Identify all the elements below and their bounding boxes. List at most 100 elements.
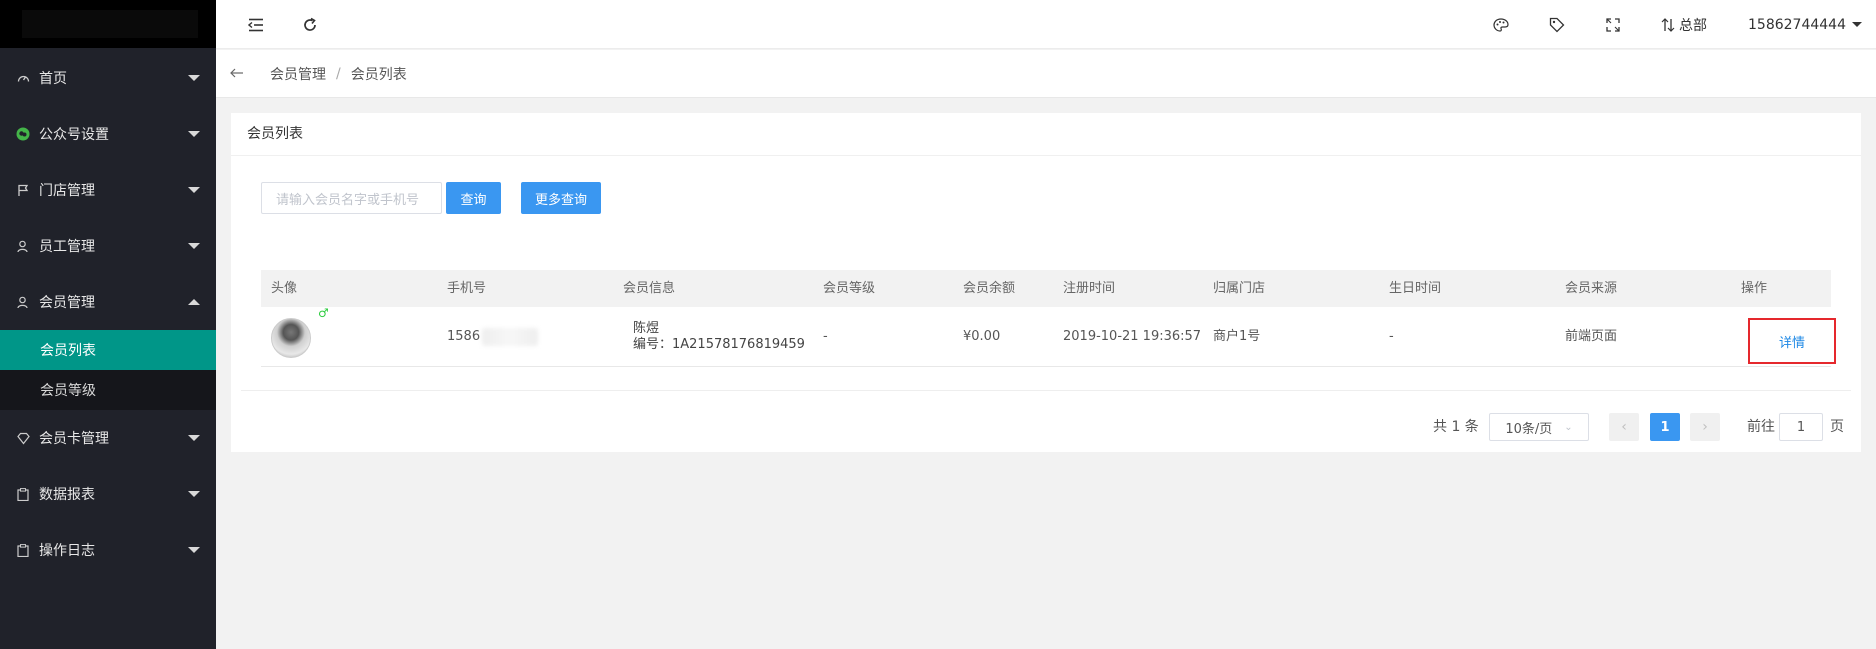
fullscreen-icon bbox=[1606, 17, 1620, 32]
sidebar-item-label: 数据报表 bbox=[39, 487, 95, 503]
sidebar-item-label: 员工管理 bbox=[39, 239, 95, 255]
sidebar-subitem-member-list[interactable]: 会员列表 bbox=[0, 330, 216, 370]
column-header: 手机号 bbox=[447, 281, 487, 296]
sidebar-item-staff[interactable]: 员工管理 bbox=[0, 218, 216, 274]
chevron-down-icon bbox=[188, 75, 200, 81]
column-header: 注册时间 bbox=[1063, 281, 1116, 296]
sidebar-item-wechat[interactable]: 公众号设置 bbox=[0, 106, 216, 162]
sidebar-subitem-member-level[interactable]: 会员等级 bbox=[0, 370, 216, 410]
logo-redacted bbox=[22, 10, 198, 38]
member-name: 陈煜 bbox=[633, 321, 660, 336]
chevron-down-icon bbox=[188, 547, 200, 553]
breadcrumb: 会员管理 / 会员列表 bbox=[216, 50, 1876, 98]
back-arrow-icon[interactable] bbox=[230, 66, 250, 82]
palette-icon bbox=[1493, 17, 1509, 32]
cell-register-time: 2019-10-21 19:36:57 bbox=[1063, 329, 1202, 344]
phone-redacted bbox=[482, 327, 539, 346]
column-header: 头像 bbox=[271, 281, 298, 296]
page-suffix: 页 bbox=[1830, 419, 1844, 435]
chevron-down-icon: ⌄ bbox=[1564, 421, 1573, 433]
table-header: 头像 手机号 会员信息 会员等级 会员余额 注册时间 归属门店 生日时间 会员来… bbox=[261, 270, 1831, 307]
total-count: 共 1 条 bbox=[1433, 419, 1479, 435]
column-header: 会员余额 bbox=[963, 281, 1016, 296]
collapse-menu-button[interactable] bbox=[244, 0, 268, 49]
branch-label: 总部 bbox=[1679, 17, 1707, 34]
phone-text: 1586 bbox=[447, 329, 481, 344]
user-icon bbox=[15, 238, 31, 254]
prev-page-button[interactable]: ‹ bbox=[1609, 413, 1639, 441]
sidebar: 首页 公众号设置 门店管理 员工管理 会员管理 会员列表 会员等级 会员卡管理 … bbox=[0, 0, 216, 649]
chevron-up-icon bbox=[188, 299, 200, 305]
query-button[interactable]: 查询 bbox=[446, 182, 501, 214]
table-row: ♂ 1586 陈煜 编号：1A21578176819459 - ¥0.00 20… bbox=[261, 306, 1836, 367]
cell-level: - bbox=[823, 329, 828, 344]
cell-source: 前端页面 bbox=[1565, 329, 1618, 344]
sidebar-item-reports[interactable]: 数据报表 bbox=[0, 466, 216, 522]
sidebar-item-stores[interactable]: 门店管理 bbox=[0, 162, 216, 218]
column-header: 操作 bbox=[1741, 281, 1768, 296]
column-header: 生日时间 bbox=[1389, 281, 1442, 296]
caret-down-icon bbox=[1851, 22, 1862, 27]
cell-phone: 1586 bbox=[447, 307, 539, 367]
chevron-down-icon bbox=[188, 131, 200, 137]
breadcrumb-item[interactable]: 会员管理 bbox=[270, 64, 326, 84]
more-query-button[interactable]: 更多查询 bbox=[521, 182, 601, 214]
search-placeholder: 请输入会员名字或手机号 bbox=[276, 192, 420, 208]
menu-fold-icon bbox=[248, 18, 263, 31]
detail-link[interactable]: 详情 bbox=[1748, 318, 1836, 364]
breadcrumb-item-current: 会员列表 bbox=[350, 66, 407, 83]
column-header: 归属门店 bbox=[1213, 281, 1266, 296]
diamond-icon bbox=[15, 430, 31, 446]
cell-balance: ¥0.00 bbox=[963, 329, 1001, 344]
card-title: 会员列表 bbox=[231, 113, 1861, 156]
page-size-value: 10条/页 bbox=[1505, 421, 1553, 437]
avatar bbox=[271, 318, 311, 358]
sidebar-item-label: 会员管理 bbox=[39, 295, 95, 311]
dashboard-icon bbox=[15, 70, 31, 86]
sidebar-item-label: 操作日志 bbox=[39, 543, 95, 559]
chevron-down-icon bbox=[188, 435, 200, 441]
theme-button[interactable] bbox=[1490, 0, 1512, 49]
members-submenu: 会员列表 会员等级 bbox=[0, 330, 216, 410]
flag-icon bbox=[15, 182, 31, 198]
sidebar-item-members[interactable]: 会员管理 bbox=[0, 274, 216, 330]
fullscreen-button[interactable] bbox=[1602, 0, 1624, 49]
clipboard-icon bbox=[15, 542, 31, 558]
sidebar-item-label: 门店管理 bbox=[39, 183, 95, 199]
member-number: 编号：1A21578176819459 bbox=[633, 337, 805, 352]
username: 15862744444 bbox=[1748, 16, 1846, 33]
sidebar-subitem-label: 会员列表 bbox=[40, 343, 96, 359]
search-input[interactable]: 请输入会员名字或手机号 bbox=[261, 182, 442, 214]
chevron-down-icon bbox=[188, 187, 200, 193]
goto-page-input[interactable]: 1 bbox=[1779, 413, 1823, 441]
refresh-icon bbox=[304, 17, 316, 31]
wechat-icon bbox=[15, 126, 31, 142]
user-icon bbox=[15, 294, 31, 310]
sidebar-item-logs[interactable]: 操作日志 bbox=[0, 522, 216, 578]
sidebar-item-label: 会员卡管理 bbox=[39, 431, 109, 447]
clipboard-icon bbox=[15, 486, 31, 502]
member-table: 头像 手机号 会员信息 会员等级 会员余额 注册时间 归属门店 生日时间 会员来… bbox=[261, 270, 1836, 367]
cell-member-info: 陈煜 编号：1A21578176819459 bbox=[633, 321, 805, 353]
chevron-down-icon bbox=[188, 243, 200, 249]
page-number-current[interactable]: 1 bbox=[1650, 413, 1680, 441]
sidebar-item-home[interactable]: 首页 bbox=[0, 50, 216, 106]
next-page-button[interactable]: › bbox=[1690, 413, 1720, 441]
cell-birthday: - bbox=[1389, 329, 1394, 344]
goto-label: 前往 bbox=[1747, 419, 1775, 435]
refresh-button[interactable] bbox=[298, 0, 322, 49]
user-menu[interactable]: 15862744444 bbox=[1748, 0, 1862, 49]
tag-button[interactable] bbox=[1546, 0, 1568, 49]
sidebar-item-label: 首页 bbox=[39, 71, 67, 87]
sidebar-subitem-label: 会员等级 bbox=[40, 383, 96, 399]
column-header: 会员信息 bbox=[623, 281, 676, 296]
member-list-card: 会员列表 请输入会员名字或手机号 查询 更多查询 头像 手机号 会员信息 会员等… bbox=[231, 113, 1861, 452]
sidebar-item-member-cards[interactable]: 会员卡管理 bbox=[0, 410, 216, 466]
cell-store: 商户1号 bbox=[1213, 329, 1261, 344]
branch-switch[interactable]: 总部 bbox=[1661, 0, 1707, 49]
page-size-select[interactable]: 10条/页 ⌄ bbox=[1489, 413, 1589, 441]
logo bbox=[0, 0, 216, 48]
breadcrumb-separator: / bbox=[336, 65, 341, 82]
table-bottom-divider bbox=[241, 390, 1851, 391]
male-icon: ♂ bbox=[318, 306, 329, 320]
